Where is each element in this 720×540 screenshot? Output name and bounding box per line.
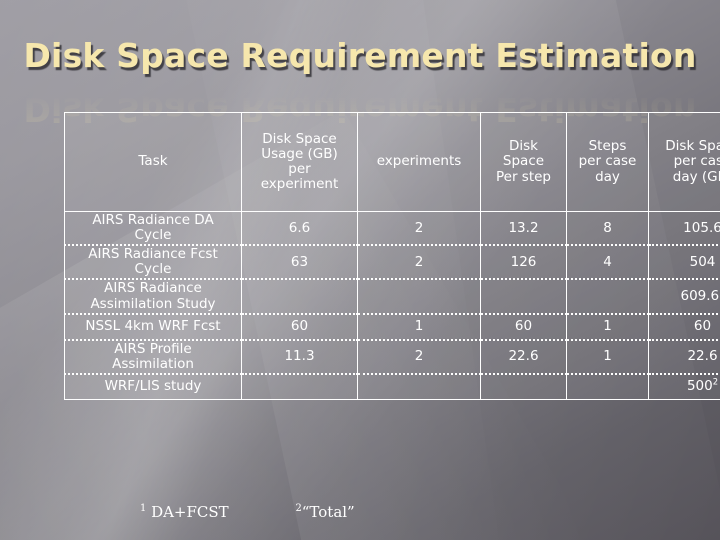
header-usage-line1: Disk Space <box>262 130 337 147</box>
table-row: AIRS Radiance Assimilation Study 609.61 <box>64 278 720 315</box>
cell-experiments: 2 <box>357 211 481 247</box>
cell-per-day-value: 500 <box>686 378 713 395</box>
table-row: NSSL 4km WRF Fcst 60 1 60 1 60 <box>64 312 720 341</box>
cell-steps: 4 <box>566 244 649 281</box>
table-body: AIRS Radiance DA Cycle 6.6 2 13.2 8 105.… <box>64 211 720 400</box>
cell-usage: 63 <box>241 244 358 281</box>
header-experiments: experiments <box>357 112 481 212</box>
cell-task: AIRS Profile Assimilation <box>64 338 242 375</box>
cell-experiments: 2 <box>357 338 481 375</box>
cell-experiments <box>357 278 481 315</box>
cell-per-day-footnote-marker: 2 <box>712 376 719 387</box>
footnotes: 1 DA+FCST 2“Total” <box>64 503 690 521</box>
cell-task-line2: Cycle <box>134 227 172 244</box>
header-perstep-line3: Per step <box>495 168 551 185</box>
cell-per-step: 126 <box>480 244 567 281</box>
cell-per-day-value: 22.6 <box>687 348 718 365</box>
header-disk-space-per-step: Disk Space Per step <box>480 112 567 212</box>
cell-steps <box>566 372 649 400</box>
table-header: Task Disk Space Usage (GB) per experimen… <box>64 112 720 212</box>
footnote-1-marker: 1 <box>140 503 147 514</box>
cell-per-day: 60 <box>648 312 720 341</box>
cell-per-step: 13.2 <box>480 211 567 247</box>
cell-usage <box>241 372 358 400</box>
header-perday-line3: day (GB) <box>672 168 720 185</box>
header-experiments-label: experiments <box>376 153 462 170</box>
cell-task-line1: AIRS Radiance <box>104 280 202 297</box>
cell-steps: 1 <box>566 312 649 341</box>
header-perday-line1: Disk Space <box>665 138 720 155</box>
cell-usage <box>241 278 358 315</box>
cell-per-day: 609.61 <box>648 278 720 315</box>
cell-per-day: 22.6 <box>648 338 720 375</box>
header-steps-line3: day <box>595 168 620 185</box>
cell-per-day-value: 609.6 <box>680 287 720 304</box>
header-perstep-line2: Space <box>502 153 545 170</box>
cell-task-line1: AIRS Profile <box>114 340 192 357</box>
footnote-1: 1 DA+FCST <box>140 503 229 521</box>
cell-task-line1: AIRS Radiance Fcst <box>88 246 218 263</box>
cell-experiments: 1 <box>357 312 481 341</box>
cell-task: AIRS Radiance DA Cycle <box>64 211 242 247</box>
table-row: AIRS Radiance Fcst Cycle 63 2 126 4 504 <box>64 244 720 281</box>
cell-per-day-value: 60 <box>693 318 712 335</box>
cell-per-day: 5002 <box>648 372 720 400</box>
slide-canvas: Disk Space Requirement Estimation Disk S… <box>0 0 720 540</box>
table-row: AIRS Radiance DA Cycle 6.6 2 13.2 8 105.… <box>64 211 720 247</box>
table-row: AIRS Profile Assimilation 11.3 2 22.6 1 … <box>64 338 720 375</box>
header-steps-line2: per case <box>578 153 637 170</box>
header-steps-line1: Steps <box>588 138 627 155</box>
header-usage-line2: Usage (GB) <box>261 145 338 162</box>
disk-space-table-container: Task Disk Space Usage (GB) per experimen… <box>64 112 720 400</box>
header-perstep-line1: Disk <box>509 138 538 155</box>
cell-per-day: 504 <box>648 244 720 281</box>
footnote-1-text: DA+FCST <box>151 503 229 521</box>
table-header-row: Task Disk Space Usage (GB) per experimen… <box>64 112 720 212</box>
cell-steps: 1 <box>566 338 649 375</box>
table-row: WRF/LIS study 5002 <box>64 372 720 400</box>
cell-experiments: 2 <box>357 244 481 281</box>
cell-steps: 8 <box>566 211 649 247</box>
cell-usage: 60 <box>241 312 358 341</box>
cell-experiments <box>357 372 481 400</box>
page-title: Disk Space Requirement Estimation <box>23 36 697 75</box>
cell-per-step: 60 <box>480 312 567 341</box>
cell-task: NSSL 4km WRF Fcst <box>64 312 242 341</box>
header-task: Task <box>64 112 242 212</box>
cell-task: AIRS Radiance Assimilation Study <box>64 278 242 315</box>
header-disk-space-per-case-day: Disk Space per case day (GB) <box>648 112 720 212</box>
header-disk-space-usage: Disk Space Usage (GB) per experiment <box>241 112 358 212</box>
cell-task-line1: WRF/LIS study <box>104 378 202 395</box>
cell-per-step <box>480 372 567 400</box>
cell-per-day: 105.6 <box>648 211 720 247</box>
header-usage-line3: per <box>288 161 311 177</box>
cell-per-step: 22.6 <box>480 338 567 375</box>
header-usage-line4: experiment <box>260 176 339 193</box>
cell-steps <box>566 278 649 315</box>
cell-task: WRF/LIS study <box>64 372 242 400</box>
cell-task: AIRS Radiance Fcst Cycle <box>64 244 242 281</box>
header-task-label: Task <box>138 153 168 170</box>
cell-usage: 6.6 <box>241 211 358 247</box>
cell-per-step <box>480 278 567 315</box>
cell-task-line2: Assimilation <box>112 355 194 372</box>
cell-per-day-value: 105.6 <box>683 219 720 236</box>
cell-task-line2: Cycle <box>134 261 172 278</box>
cell-task-line1: AIRS Radiance DA <box>92 212 214 228</box>
footnote-2: 2“Total” <box>295 503 354 521</box>
header-steps-per-case-day: Steps per case day <box>566 112 649 212</box>
cell-task-line1: NSSL 4km WRF Fcst <box>85 318 221 335</box>
disk-space-table: Task Disk Space Usage (GB) per experimen… <box>64 112 720 400</box>
footnote-2-text: “Total” <box>301 503 355 521</box>
cell-task-line2: Assimilation Study <box>90 295 216 312</box>
cell-per-day-value: 504 <box>689 253 716 270</box>
header-perday-line2: per case <box>673 153 720 170</box>
cell-usage: 11.3 <box>241 338 358 375</box>
